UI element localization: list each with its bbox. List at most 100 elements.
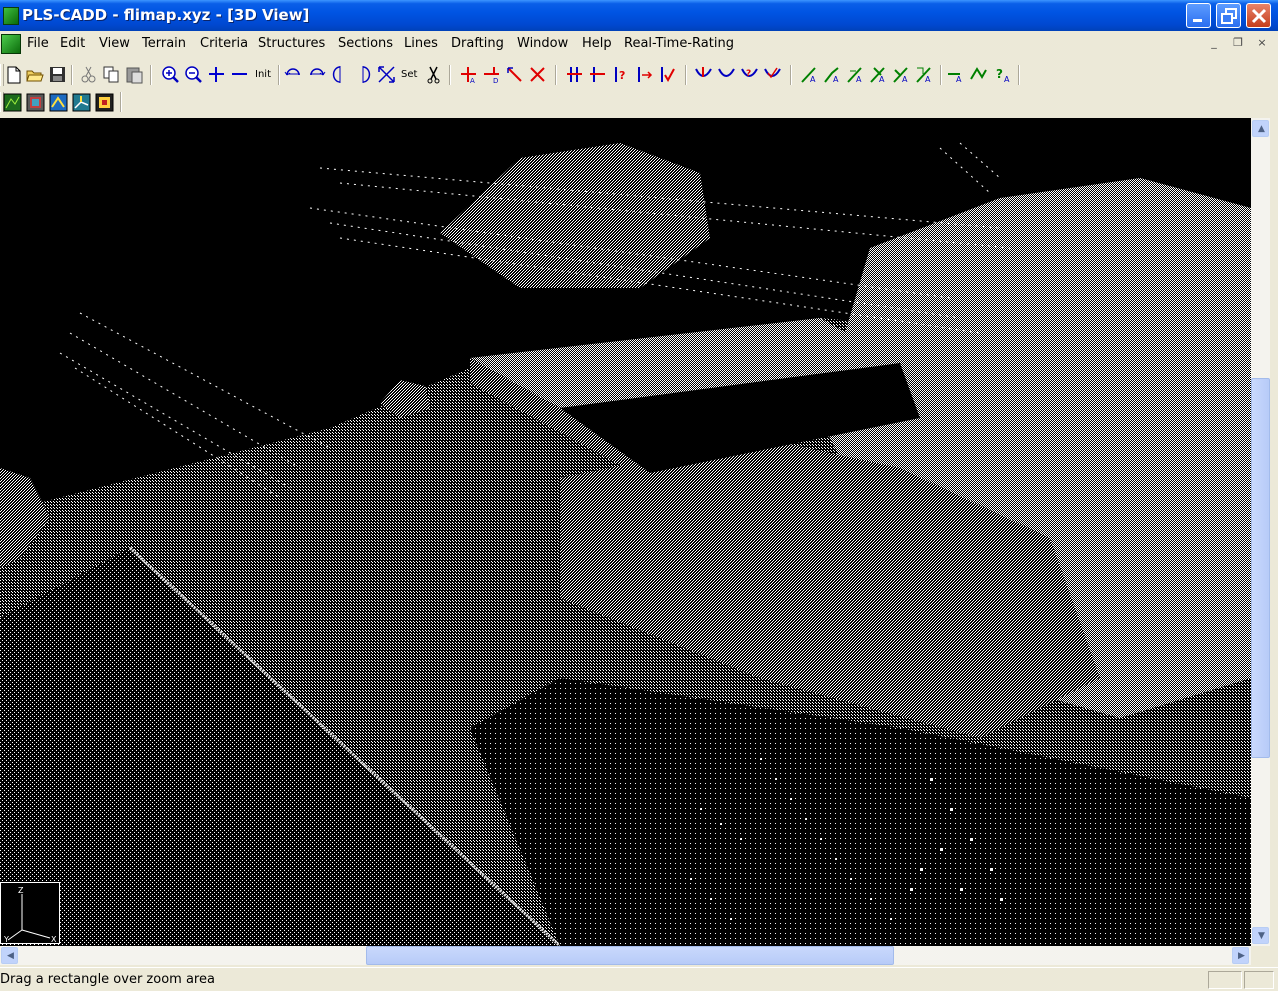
sheet-view-icon[interactable] xyxy=(95,93,114,112)
menu-sections[interactable]: Sections xyxy=(338,36,393,51)
sag-check-icon[interactable] xyxy=(763,65,782,84)
delete-structure-icon[interactable] xyxy=(588,65,607,84)
svg-text:A: A xyxy=(925,75,931,84)
plan-view-icon[interactable] xyxy=(3,93,22,112)
restore-icon xyxy=(1221,8,1237,24)
copy-icon[interactable] xyxy=(102,65,121,84)
status-panel xyxy=(1208,971,1242,989)
sag-tension-icon[interactable] xyxy=(694,65,713,84)
move-structure-icon[interactable] xyxy=(634,65,653,84)
report-f-icon[interactable]: A xyxy=(915,65,934,84)
set-view-button[interactable]: Set xyxy=(401,69,417,80)
svg-text:?: ? xyxy=(996,67,1003,81)
scroll-up-button[interactable]: ▲ xyxy=(1252,120,1269,137)
paste-icon[interactable] xyxy=(125,65,144,84)
cut-section-icon[interactable] xyxy=(528,65,547,84)
axis-x-label: X xyxy=(51,935,57,944)
svg-text:A: A xyxy=(1004,75,1010,84)
svg-text:A: A xyxy=(833,75,839,84)
menu-edit[interactable]: Edit xyxy=(60,36,85,51)
zoom-out-icon[interactable] xyxy=(184,65,203,84)
vertical-scroll-thumb[interactable] xyxy=(1251,378,1270,758)
minimize-button[interactable] xyxy=(1186,3,1211,28)
zoom-init-button[interactable]: Init xyxy=(255,69,271,80)
window-frame xyxy=(1270,118,1278,966)
view-toolbar xyxy=(0,90,1278,116)
structure-info-icon[interactable]: ? xyxy=(611,65,630,84)
status-panel xyxy=(1244,971,1274,989)
scroll-right-button[interactable]: ▶ xyxy=(1232,947,1249,964)
point-cloud-scene xyxy=(0,142,1251,946)
report-info-icon[interactable]: ? A xyxy=(994,65,1013,84)
chevron-right-icon: ▶ xyxy=(1238,951,1245,961)
menu-criteria[interactable]: Criteria xyxy=(200,36,248,51)
profile-view-icon[interactable] xyxy=(26,93,45,112)
close-icon xyxy=(1251,8,1267,24)
add-structure-icon[interactable] xyxy=(565,65,584,84)
mdi-close-button[interactable]: × xyxy=(1255,36,1269,49)
report-e-icon[interactable]: A xyxy=(892,65,911,84)
chevron-down-icon: ▼ xyxy=(1258,931,1265,941)
plus-icon[interactable] xyxy=(207,65,226,84)
svg-text:D: D xyxy=(493,77,498,84)
sag-icon[interactable] xyxy=(717,65,736,84)
svg-text:A: A xyxy=(470,77,475,84)
minus-icon[interactable] xyxy=(230,65,249,84)
open-folder-icon[interactable] xyxy=(25,65,44,84)
menu-window[interactable]: Window xyxy=(517,36,568,51)
axis-z-label: Z xyxy=(18,886,24,895)
menu-drafting[interactable]: Drafting xyxy=(451,36,504,51)
delete-section-icon[interactable]: D xyxy=(482,65,501,84)
menu-structures[interactable]: Structures xyxy=(258,36,325,51)
menu-terrain[interactable]: Terrain xyxy=(142,36,186,51)
app-icon[interactable] xyxy=(3,7,19,25)
menu-view[interactable]: View xyxy=(99,36,130,51)
status-text: Drag a rectangle over zoom area xyxy=(0,972,215,987)
report-g-icon[interactable]: A xyxy=(946,65,965,84)
rotate-right-icon[interactable] xyxy=(308,65,327,84)
scroll-left-button[interactable]: ◀ xyxy=(1,947,18,964)
rotate-up-icon[interactable] xyxy=(331,65,350,84)
report-c-icon[interactable]: A xyxy=(846,65,865,84)
axis-gizmo: Z Y X xyxy=(0,882,60,944)
report-b-icon[interactable]: A xyxy=(823,65,842,84)
tree-top xyxy=(440,143,710,288)
save-icon[interactable] xyxy=(48,65,67,84)
sag-info-icon[interactable]: ? xyxy=(740,65,759,84)
mdi-restore-button[interactable]: ❐ xyxy=(1231,36,1245,49)
zoom-in-icon[interactable] xyxy=(161,65,180,84)
scissors-icon[interactable] xyxy=(424,65,443,84)
document-icon[interactable] xyxy=(1,34,21,54)
report-a-icon[interactable]: A xyxy=(800,65,819,84)
rotate-left-icon[interactable] xyxy=(284,65,303,84)
svg-text:?: ? xyxy=(746,69,751,79)
menu-real-time-rating[interactable]: Real-Time-Rating xyxy=(624,36,734,51)
add-section-icon[interactable]: A xyxy=(459,65,478,84)
chevron-up-icon: ▲ xyxy=(1258,124,1265,134)
chevron-left-icon: ◀ xyxy=(7,951,14,961)
rotate-down-icon[interactable] xyxy=(354,65,373,84)
svg-text:A: A xyxy=(856,75,862,84)
check-structure-icon[interactable] xyxy=(657,65,676,84)
3d-view-icon[interactable] xyxy=(72,93,91,112)
menu-help[interactable]: Help xyxy=(582,36,612,51)
restore-button[interactable] xyxy=(1216,3,1241,28)
svg-text:A: A xyxy=(810,75,816,84)
new-file-icon[interactable] xyxy=(4,65,23,84)
section-view-icon[interactable] xyxy=(49,93,68,112)
mdi-minimize-button[interactable]: _ xyxy=(1207,36,1221,49)
move-section-icon[interactable] xyxy=(505,65,524,84)
menu-lines[interactable]: Lines xyxy=(404,36,438,51)
horizontal-scroll-thumb[interactable] xyxy=(366,946,894,965)
title-bar: PLS-CADD - flimap.xyz - [3D View] xyxy=(0,0,1278,31)
report-d-icon[interactable]: A xyxy=(869,65,888,84)
3d-view-canvas[interactable] xyxy=(0,118,1251,946)
svg-text:?: ? xyxy=(619,69,625,82)
menu-file[interactable]: File xyxy=(27,36,49,51)
report-h-icon[interactable] xyxy=(969,65,988,84)
close-button[interactable] xyxy=(1246,3,1271,28)
scroll-down-button[interactable]: ▼ xyxy=(1252,927,1269,944)
svg-text:A: A xyxy=(956,75,962,84)
cut-icon[interactable] xyxy=(79,65,98,84)
zoom-extents-icon[interactable] xyxy=(377,65,396,84)
